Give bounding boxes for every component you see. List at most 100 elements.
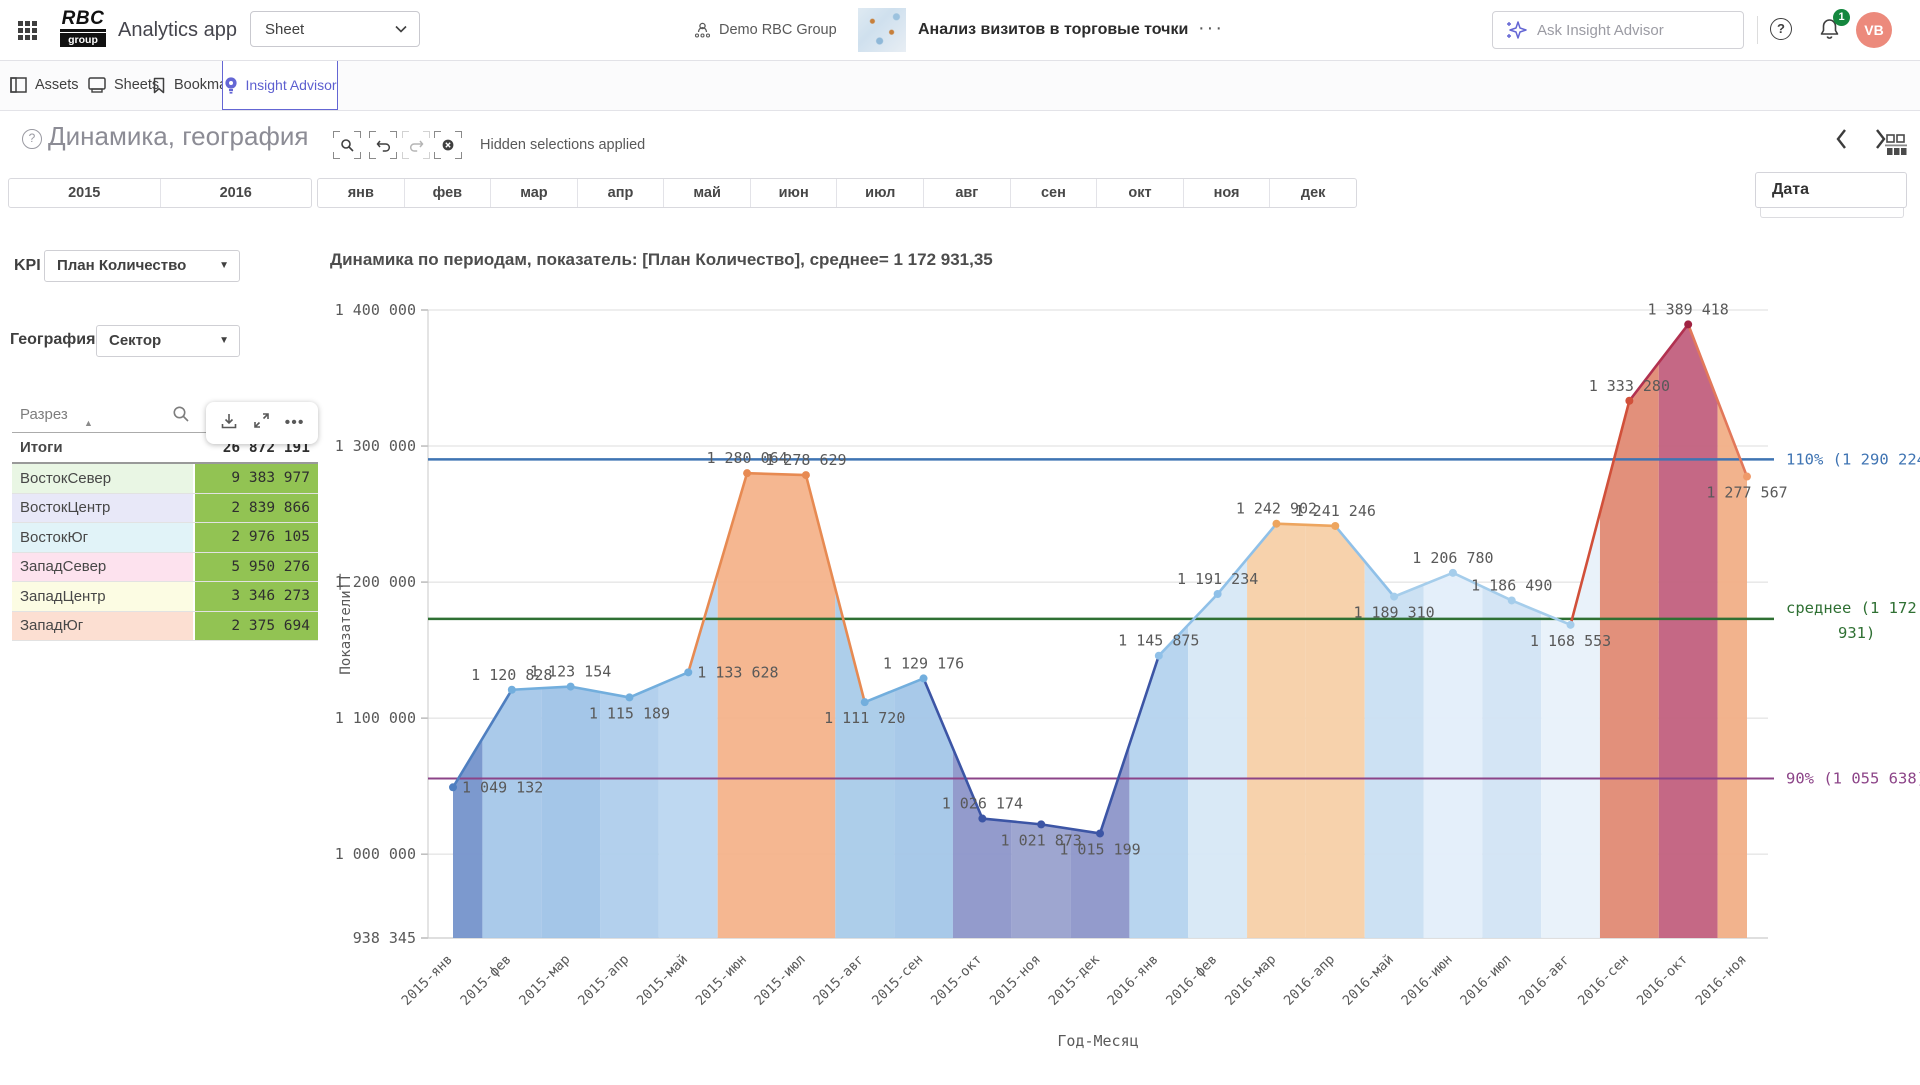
svg-text:2015-янв: 2015-янв: [399, 952, 456, 1009]
svg-text:1 015 199: 1 015 199: [1059, 840, 1140, 858]
app-title: Analytics app: [118, 0, 237, 60]
svg-text:2016-мар: 2016-мар: [1222, 952, 1279, 1009]
logo-text-rbc: RBC: [60, 9, 106, 32]
assets-button[interactable]: Assets: [10, 60, 79, 110]
expand-icon[interactable]: [253, 412, 270, 434]
svg-text:1 300 000: 1 300 000: [335, 437, 416, 455]
sheet-title: Динамика, география: [48, 121, 308, 152]
svg-text:2015-июл: 2015-июл: [751, 952, 808, 1009]
svg-text:1 026 174: 1 026 174: [942, 795, 1023, 813]
year-filter-2016[interactable]: 2016: [160, 179, 312, 207]
svg-text:931): 931): [1838, 624, 1875, 642]
svg-text:2016-апр: 2016-апр: [1281, 952, 1338, 1009]
date-filter[interactable]: Дата: [1755, 172, 1907, 208]
help-icon[interactable]: ?: [1770, 18, 1792, 40]
app-thumbnail[interactable]: [858, 8, 906, 52]
svg-text:2015-фев: 2015-фев: [457, 952, 514, 1009]
svg-text:110% (1 290 224): 110% (1 290 224): [1786, 450, 1920, 468]
svg-text:1 133 628: 1 133 628: [697, 663, 778, 681]
search-placeholder: Ask Insight Advisor: [1537, 22, 1664, 39]
previous-sheet-button[interactable]: [1830, 126, 1854, 157]
svg-text:2015-май: 2015-май: [634, 952, 691, 1009]
group-name: Demo RBC Group: [719, 22, 837, 38]
svg-text:2016-июл: 2016-июл: [1457, 952, 1514, 1009]
svg-text:2016-май: 2016-май: [1340, 952, 1397, 1009]
svg-text:Год-Месяц: Год-Месяц: [1057, 1032, 1138, 1050]
dynamics-area-chart[interactable]: 1 400 0001 300 0001 200 0001 100 0001 00…: [0, 240, 1920, 1080]
svg-text:2016-авг: 2016-авг: [1516, 952, 1573, 1009]
month-filter-11[interactable]: ноя: [1183, 179, 1270, 207]
sheet-toolbar: Assets Sheets Bookmarks Insight Advisor: [0, 60, 1920, 111]
month-filter-10[interactable]: окт: [1096, 179, 1183, 207]
svg-text:90% (1 055 638): 90% (1 055 638): [1786, 769, 1920, 787]
svg-text:2015-сен: 2015-сен: [869, 952, 926, 1009]
app-menu-icon[interactable]: [18, 21, 37, 40]
assets-panel-icon: [10, 77, 27, 93]
more-options-icon[interactable]: ···: [1198, 0, 1224, 60]
svg-text:1 241 246: 1 241 246: [1295, 502, 1376, 520]
svg-text:2015-апр: 2015-апр: [575, 952, 632, 1009]
sparkle-icon: [1505, 19, 1527, 41]
month-filter-4[interactable]: апр: [577, 179, 664, 207]
month-filter-8[interactable]: авг: [923, 179, 1010, 207]
search-selections-button[interactable]: [333, 131, 361, 159]
month-filter-12[interactable]: дек: [1269, 179, 1356, 207]
month-filter-3[interactable]: мар: [490, 179, 577, 207]
svg-text:1 389 418: 1 389 418: [1648, 300, 1729, 318]
svg-text:1 123 154: 1 123 154: [530, 663, 611, 681]
clear-selections-button[interactable]: [434, 131, 462, 159]
insight-advisor-button[interactable]: Insight Advisor: [222, 60, 338, 110]
insight-advisor-search[interactable]: Ask Insight Advisor: [1492, 11, 1744, 49]
hidden-selections-status: Hidden selections applied: [480, 120, 645, 170]
step-back-button[interactable]: [369, 131, 397, 159]
qlik-analytics-app: { "topbar": { "logo_line1": "RBC", "logo…: [0, 0, 1920, 1080]
svg-text:1 145 875: 1 145 875: [1118, 632, 1199, 650]
assets-label: Assets: [35, 77, 79, 93]
more-menu-icon[interactable]: •••: [285, 418, 305, 428]
date-filter-collapsed-list[interactable]: [1760, 208, 1904, 218]
svg-text:2016-июн: 2016-июн: [1398, 952, 1455, 1009]
month-filter-9[interactable]: сен: [1010, 179, 1097, 207]
sheets-icon: [88, 77, 106, 93]
svg-text:1 277 567: 1 277 567: [1706, 484, 1787, 502]
insight-advisor-label: Insight Advisor: [245, 77, 336, 93]
sheet-help-icon[interactable]: ?: [22, 129, 42, 149]
month-filter-1[interactable]: янв: [318, 179, 404, 207]
svg-text:1 189 310: 1 189 310: [1353, 604, 1434, 622]
chevron-down-icon: [395, 25, 407, 33]
month-filter-5[interactable]: май: [663, 179, 750, 207]
redo-arrow-icon: [409, 139, 424, 152]
month-filter-6[interactable]: июн: [750, 179, 837, 207]
svg-text:2015-авг: 2015-авг: [810, 952, 867, 1009]
year-filter-2015[interactable]: 2015: [9, 179, 160, 207]
svg-text:1 333 280: 1 333 280: [1589, 377, 1670, 395]
svg-text:1 168 553: 1 168 553: [1530, 632, 1611, 650]
month-filter-2[interactable]: фев: [404, 179, 491, 207]
sheet-selector-dropdown[interactable]: Sheet: [250, 11, 420, 47]
svg-text:1 206 780: 1 206 780: [1412, 549, 1493, 567]
step-forward-button[interactable]: [402, 131, 430, 159]
download-icon[interactable]: [220, 412, 238, 435]
navigation-group[interactable]: Demo RBC Group: [694, 0, 837, 60]
logo-text-group: group: [60, 33, 106, 47]
document-title: Анализ визитов в торговые точки: [918, 0, 1188, 60]
sheets-button[interactable]: Sheets: [88, 60, 159, 110]
svg-text:1 049 132: 1 049 132: [462, 778, 543, 796]
svg-text:2015-дек: 2015-дек: [1046, 952, 1103, 1009]
bookmark-icon: [152, 77, 166, 94]
svg-text:1 129 176: 1 129 176: [883, 654, 964, 672]
user-avatar[interactable]: VB: [1856, 12, 1892, 48]
year-filter-group: 20152016: [8, 178, 312, 208]
sheet-grid-icon[interactable]: [1884, 134, 1908, 156]
svg-text:1 400 000: 1 400 000: [335, 301, 416, 319]
sheet-selector-value: Sheet: [265, 21, 304, 38]
svg-text:1 100 000: 1 100 000: [335, 709, 416, 727]
month-filter-7[interactable]: июл: [836, 179, 923, 207]
clear-selections-icon: [441, 138, 455, 152]
svg-text:1 278 629: 1 278 629: [765, 451, 846, 469]
svg-text:среднее (1 172: среднее (1 172: [1786, 599, 1917, 617]
svg-text:2015-ноя: 2015-ноя: [987, 952, 1044, 1009]
svg-text:2016-фев: 2016-фев: [1163, 952, 1220, 1009]
search-icon: [340, 138, 354, 152]
object-hover-toolbar: •••: [206, 402, 318, 444]
